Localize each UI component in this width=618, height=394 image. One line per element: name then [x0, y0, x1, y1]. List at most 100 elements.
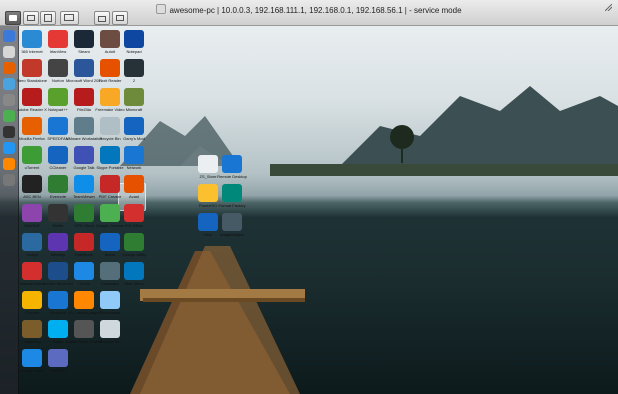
upload-icon — [98, 16, 106, 22]
fullscreen-button[interactable] — [40, 11, 56, 25]
desktop-icon-label: Avast — [129, 194, 139, 199]
desktop-icon-label: Minecraft — [125, 107, 143, 112]
desktop-icon[interactable] — [48, 59, 68, 77]
desktop-icon[interactable] — [100, 30, 120, 48]
desktop-icon[interactable] — [48, 117, 68, 135]
desktop-icon[interactable] — [124, 175, 144, 193]
mail-icon[interactable] — [3, 46, 15, 58]
desktop-icon[interactable] — [48, 204, 68, 222]
desktop-icon[interactable] — [100, 320, 120, 338]
resize-icon[interactable] — [605, 4, 612, 11]
desktop-icon[interactable] — [74, 262, 94, 280]
desktop-icon[interactable] — [222, 184, 242, 202]
desktop-icon[interactable] — [100, 262, 120, 280]
desktop-icon[interactable] — [22, 175, 42, 193]
desktop-icon[interactable] — [222, 213, 242, 231]
desktop-icon[interactable] — [198, 184, 218, 202]
desktop-icon[interactable] — [124, 204, 144, 222]
desktop-icon[interactable] — [22, 291, 42, 309]
desktop-icon[interactable] — [22, 320, 42, 338]
desktop-icon[interactable] — [22, 88, 42, 106]
desktop-icon[interactable] — [222, 155, 242, 173]
desktop-icon[interactable] — [48, 233, 68, 251]
desktop-icon[interactable] — [198, 155, 218, 173]
desktop-icon[interactable] — [100, 233, 120, 251]
desktop-icon[interactable] — [48, 175, 68, 193]
desktop-icon[interactable] — [74, 320, 94, 338]
desktop-icon[interactable] — [124, 262, 144, 280]
desktop-icon[interactable] — [22, 204, 42, 222]
desktop-icon[interactable] — [124, 30, 144, 48]
desktop-icon[interactable] — [48, 88, 68, 106]
keyboard-button[interactable] — [5, 11, 21, 25]
settings-icon[interactable] — [3, 94, 15, 106]
desktop-icon-label: Documents — [99, 310, 121, 315]
desktop-icon[interactable] — [74, 146, 94, 164]
desktop-icon[interactable] — [22, 233, 42, 251]
desktop-icon[interactable] — [48, 349, 68, 367]
desktop-icon[interactable] — [74, 204, 94, 222]
gear-icon[interactable] — [3, 174, 15, 186]
desktop-icon-label: 2 — [132, 78, 136, 83]
title-bar[interactable]: awesome-pc | 10.0.0.3, 192.168.111.1, 19… — [0, 0, 618, 26]
desktop-icon[interactable] — [124, 233, 144, 251]
screen-share-icon — [116, 15, 124, 21]
desktop-icon[interactable] — [48, 30, 68, 48]
desktop-icon-label: Remote Desktop — [217, 174, 247, 179]
remote-desktop-icon — [156, 4, 167, 14]
chrome-icon[interactable] — [3, 110, 15, 122]
desktop-icon[interactable] — [124, 117, 144, 135]
desktop-icon[interactable] — [74, 175, 94, 193]
sidebar-dock — [0, 26, 19, 394]
desktop-icon-label: MS Office — [125, 223, 143, 228]
desktop-icon[interactable] — [100, 204, 120, 222]
window-icon — [27, 15, 35, 21]
vlc-icon[interactable] — [3, 158, 15, 170]
desktop-icon[interactable] — [124, 59, 144, 77]
desktop-icon[interactable] — [100, 88, 120, 106]
photos-icon[interactable] — [3, 142, 15, 154]
desktop-icon[interactable] — [74, 88, 94, 106]
desktop-icon[interactable] — [22, 262, 42, 280]
desktop-icon[interactable] — [100, 59, 120, 77]
screen-button[interactable] — [60, 11, 79, 25]
desktop-icon[interactable] — [74, 59, 94, 77]
screen-share-button[interactable] — [112, 11, 128, 25]
desktop-icon[interactable] — [124, 88, 144, 106]
desktop-icon-label: Format Factory — [218, 203, 246, 208]
desktop-icon[interactable] — [74, 30, 94, 48]
firefox-icon[interactable] — [3, 62, 15, 74]
finder-icon[interactable] — [3, 30, 15, 42]
desktop-icon[interactable] — [22, 349, 42, 367]
desktop-icon[interactable] — [100, 291, 120, 309]
desktop-icon[interactable] — [22, 117, 42, 135]
desktop-icon[interactable] — [100, 146, 120, 164]
desktop-icon[interactable] — [22, 30, 42, 48]
desktop-icon[interactable] — [198, 213, 218, 231]
desktop-icon[interactable] — [124, 146, 144, 164]
window-button[interactable] — [23, 11, 39, 25]
terminal-icon[interactable] — [3, 126, 15, 138]
safari-icon[interactable] — [3, 78, 15, 90]
fullscreen-icon — [44, 14, 52, 22]
window-title-container: awesome-pc | 10.0.0.3, 192.168.111.1, 19… — [0, 4, 618, 15]
desktop-icon-label: Notepad — [126, 49, 142, 54]
desktop-icon[interactable] — [74, 117, 94, 135]
desktop-icon[interactable] — [74, 291, 94, 309]
desktop-icon[interactable] — [48, 146, 68, 164]
desktop-icon[interactable] — [48, 262, 68, 280]
desktop-icon-label: Start Menu — [124, 281, 144, 286]
desktop-icon-label: Garry's Mod — [123, 136, 145, 141]
desktop-icon-label: Recycle Bin — [99, 339, 121, 344]
desktop-icon[interactable] — [100, 175, 120, 193]
desktop-icon[interactable] — [22, 146, 42, 164]
window-title: awesome-pc | 10.0.0.3, 192.168.111.1, 19… — [169, 6, 462, 15]
desktop-icon-label: PaintNET — [49, 368, 67, 373]
desktop-icon[interactable] — [48, 320, 68, 338]
desktop-icon[interactable] — [100, 117, 120, 135]
desktop-icon[interactable] — [22, 59, 42, 77]
desktop-icon[interactable] — [48, 291, 68, 309]
desktop-icon[interactable] — [74, 233, 94, 251]
upload-button[interactable] — [94, 11, 110, 25]
screen-icon — [64, 14, 74, 21]
